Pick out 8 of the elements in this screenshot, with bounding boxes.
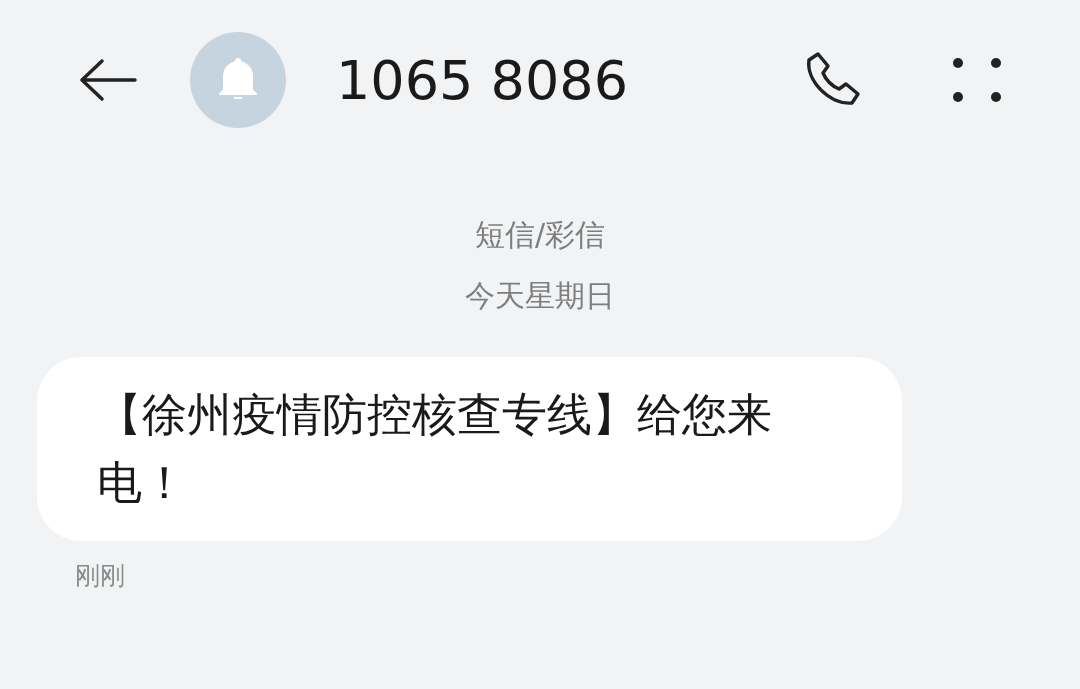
bell-avatar-icon bbox=[190, 32, 286, 128]
date-label: 今天星期日 bbox=[465, 277, 615, 315]
message-text: 【徐州疫情防控核查专线】给您来电！ bbox=[97, 387, 773, 511]
more-icon[interactable] bbox=[952, 57, 1002, 103]
back-icon[interactable] bbox=[78, 58, 138, 102]
contact-number: 1065 8086 bbox=[336, 48, 629, 112]
message-time: 刚刚 bbox=[75, 560, 125, 592]
channel-label: 短信/彩信 bbox=[474, 216, 606, 254]
